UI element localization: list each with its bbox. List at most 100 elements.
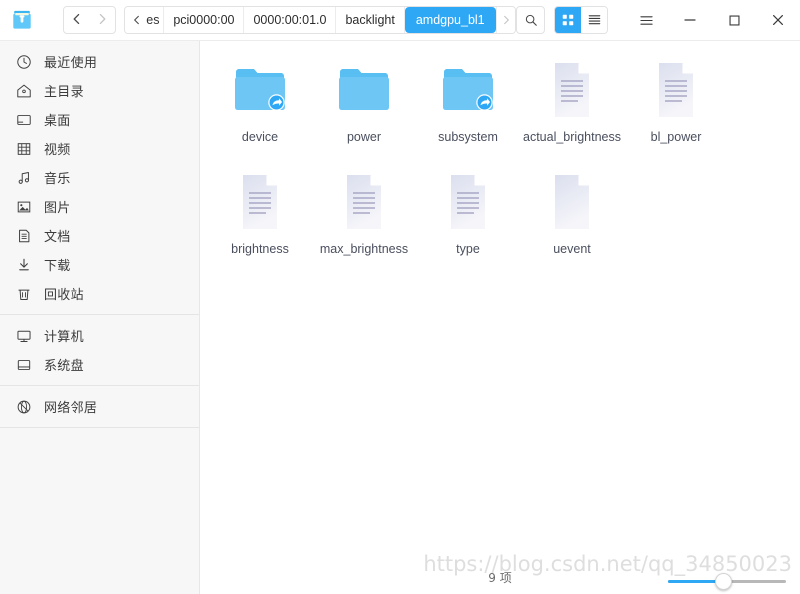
breadcrumb-item-backlight[interactable]: backlight [336,7,405,33]
desktop-icon [14,110,34,130]
network-icon [14,397,34,417]
home-icon [14,81,34,101]
text-file-icon [644,57,708,123]
folder-symlink-icon [436,57,500,123]
window-body: 最近使用 主目录 桌面 视频 音乐 图片 文档 下载 回收站 计算机 系统盘 网… [0,40,800,594]
sidebar-item-label: 最近使用 [44,56,98,71]
sidebar-item-system-disk[interactable]: 系统盘 [0,350,199,379]
back-arrow-icon [73,13,80,25]
sidebar-item-videos[interactable]: 视频 [0,134,199,163]
file-name: max_brightness [319,242,409,256]
file-item[interactable]: subsystem [416,57,520,145]
close-button[interactable] [756,0,800,40]
breadcrumb-scroll-left[interactable] [124,7,144,33]
sidebar-item-label: 下载 [44,259,71,274]
text-file-icon [436,169,500,235]
sidebar-group-devices: 计算机 系统盘 [0,321,199,379]
file-grid[interactable]: device power subsystem actual_brightness… [200,41,800,560]
sidebar-item-label: 主目录 [44,85,84,100]
menu-button[interactable] [624,0,668,40]
sidebar-item-music[interactable]: 音乐 [0,163,199,192]
sidebar-divider-1 [0,314,199,315]
file-name: power [346,130,382,144]
file-name: actual_brightness [523,130,621,144]
item-count-label: 9 项 [488,570,512,585]
document-icon [14,226,34,246]
sidebar-item-network[interactable]: 网络邻居 [0,392,199,421]
maximize-button[interactable] [712,0,756,40]
view-mode-toggle [554,6,608,34]
sidebar-divider-2 [0,385,199,386]
menu-icon [639,15,653,25]
minimize-button[interactable] [668,0,712,40]
breadcrumb-item-device-addr[interactable]: 0000:00:01.0 [244,7,337,33]
blank-file-icon [540,169,604,235]
sidebar-item-trash[interactable]: 回收站 [0,279,199,308]
sidebar-item-label: 网络邻居 [44,401,98,416]
text-file-icon [332,169,396,235]
file-item[interactable]: uevent [520,169,624,257]
disk-icon [14,355,34,375]
file-item[interactable]: bl_power [624,57,728,145]
breadcrumb-overflow[interactable]: es [143,7,165,33]
list-view-icon [588,15,600,25]
app-logo [0,0,43,40]
grid-view-icon [562,14,574,26]
zoom-slider-handle[interactable] [715,573,733,590]
breadcrumb-scroll-right[interactable] [495,7,515,33]
forward-arrow-icon [99,13,106,25]
minimize-icon [684,19,696,21]
sidebar-item-home[interactable]: 主目录 [0,76,199,105]
trash-icon [14,284,34,304]
file-item[interactable]: type [416,169,520,257]
sidebar-item-recent[interactable]: 最近使用 [0,47,199,76]
music-icon [14,168,34,188]
file-name: bl_power [650,130,702,144]
folder-icon [332,57,396,123]
back-button[interactable] [64,7,90,31]
close-icon [773,15,783,25]
file-name: uevent [553,242,591,256]
zoom-slider[interactable] [668,573,786,590]
search-button[interactable] [516,6,545,34]
video-icon [14,139,34,159]
clock-icon [14,52,34,72]
sidebar-item-label: 回收站 [44,288,84,303]
sidebar-item-label: 桌面 [44,114,71,129]
file-item[interactable]: power [312,57,416,145]
file-name: brightness [231,242,289,256]
forward-button[interactable] [89,7,115,31]
text-file-icon [540,57,604,123]
file-item[interactable]: device [208,57,312,145]
breadcrumb: es pci0000:00 0000:00:01.0 backlight amd… [123,6,516,34]
status-bar: https://blog.csdn.net/qq_34850023 9 项 [200,552,800,594]
chevron-right-icon [503,15,509,25]
file-item[interactable]: max_brightness [312,169,416,257]
sidebar-item-label: 图片 [44,201,71,216]
grid-view-button[interactable] [555,7,581,33]
download-icon [14,255,34,275]
sidebar-item-downloads[interactable]: 下载 [0,250,199,279]
list-view-button[interactable] [581,7,607,33]
file-cabinet-icon [12,10,31,29]
sidebar-item-label: 文档 [44,230,71,245]
file-manager-window: es pci0000:00 0000:00:01.0 backlight amd… [0,0,800,594]
file-name: subsystem [438,130,498,144]
file-item[interactable]: actual_brightness [520,57,624,145]
nav-buttons [63,6,116,34]
sidebar-item-label: 系统盘 [44,359,84,374]
sidebar-item-desktop[interactable]: 桌面 [0,105,199,134]
toolbar-right [516,0,800,40]
breadcrumb-item-pci[interactable]: pci0000:00 [164,7,245,33]
sidebar-item-pictures[interactable]: 图片 [0,192,199,221]
sidebar-item-documents[interactable]: 文档 [0,221,199,250]
text-file-icon [228,169,292,235]
sidebar-item-computer[interactable]: 计算机 [0,321,199,350]
sidebar-group-network: 网络邻居 [0,392,199,421]
main-content: device power subsystem actual_brightness… [200,41,800,594]
file-item[interactable]: brightness [208,169,312,257]
sidebar-item-label: 计算机 [44,330,84,345]
breadcrumb-item-amdgpu[interactable]: amdgpu_bl1 [404,7,496,33]
search-icon [525,14,537,26]
chevron-left-icon [133,15,139,25]
